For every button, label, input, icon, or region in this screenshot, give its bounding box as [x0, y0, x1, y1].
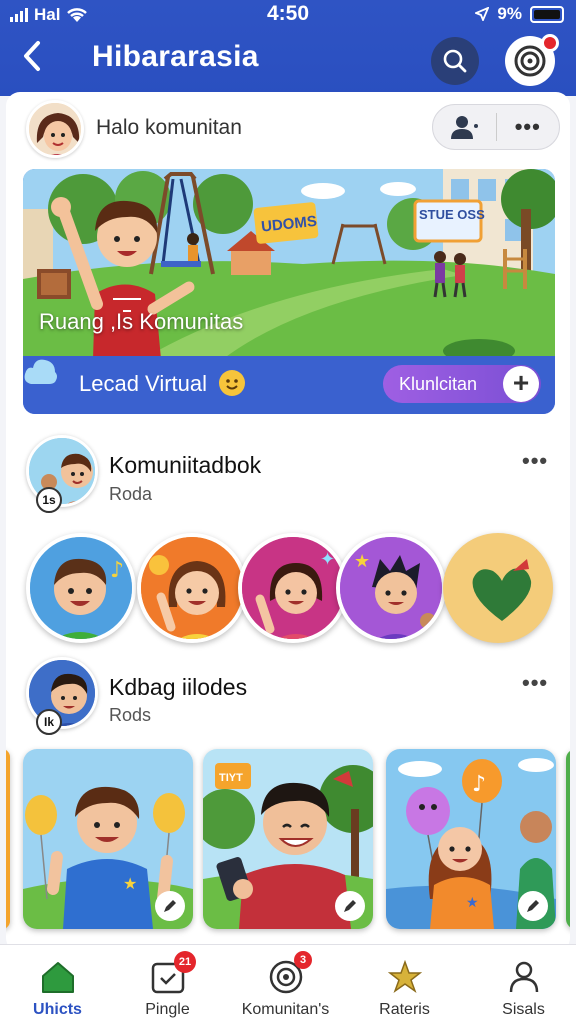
plus-icon: +	[503, 366, 539, 402]
svg-text:♪: ♪	[110, 558, 124, 583]
bottom-navigation: Uhicts 21 Pingle 3 Komunitan's Rateris S…	[0, 944, 576, 1024]
section-subtitle: Rods	[109, 705, 152, 725]
page-title: Hibararasia	[92, 40, 259, 73]
svg-text:TIYT: TIYT	[219, 772, 243, 784]
star-icon	[387, 960, 422, 993]
notification-badge: 21	[174, 951, 196, 973]
media-tile-partial[interactable]	[566, 749, 570, 929]
svg-text:★: ★	[123, 874, 137, 893]
media-tile[interactable]: ♪ ★	[386, 749, 556, 929]
person-icon	[509, 961, 538, 993]
svg-text:♪: ♪	[472, 772, 486, 797]
section-more-button[interactable]: •••	[522, 448, 548, 474]
join-button[interactable]: Klunlcitan +	[383, 365, 541, 403]
nav-label: Pingle	[145, 1001, 190, 1018]
heart-icon	[447, 537, 549, 639]
pencil-icon	[164, 900, 176, 912]
section-title: Komuniitadbok	[109, 452, 262, 478]
heart-sticker[interactable]	[443, 533, 553, 643]
nav-item-sisals[interactable]: Sisals	[466, 957, 576, 1019]
edit-button[interactable]	[518, 891, 548, 921]
status-right: 9%	[475, 4, 564, 24]
sign-right-text: STUE OSS	[419, 207, 485, 222]
battery-percent: 9%	[497, 4, 522, 23]
home-icon	[41, 962, 74, 993]
media-tile[interactable]: ★	[23, 749, 193, 929]
status-bar: Hal 4:50 9%	[0, 0, 576, 28]
location-icon	[475, 7, 490, 21]
greeting-text: Halo komunitan	[96, 116, 242, 139]
svg-text:★: ★	[354, 551, 370, 572]
member-avatar[interactable]: ♪	[26, 533, 136, 643]
top-bar: Hal 4:50 9% Hibararasia	[0, 0, 576, 96]
edit-button[interactable]	[335, 891, 365, 921]
member-avatar[interactable]: ✦	[238, 533, 348, 643]
nav-label: Rateris	[379, 1001, 430, 1018]
member-badge: Ik	[36, 709, 62, 735]
section-more-button[interactable]: •••	[522, 670, 548, 696]
battery-icon	[530, 5, 564, 23]
search-button[interactable]	[431, 37, 479, 85]
nav-item-home[interactable]: Uhicts	[0, 957, 115, 1019]
nav-label: Sisals	[502, 1001, 545, 1018]
notification-dot	[541, 34, 559, 52]
member-badge: 1s	[36, 487, 62, 513]
svg-text:★: ★	[466, 895, 479, 911]
section-title: Kdbag iilodes	[109, 674, 248, 700]
virtual-event-label: Lecad Virtual	[79, 371, 208, 396]
more-options-button[interactable]: •••	[497, 105, 560, 149]
cloud-icon	[24, 359, 58, 384]
community-banner[interactable]: UDOMS STUE OSS Ruang ,Is Komunitas Lecad…	[23, 169, 555, 414]
media-tile[interactable]: TIYT	[203, 749, 373, 929]
media-tile-partial[interactable]	[6, 749, 10, 929]
nav-label: Komunitan's	[241, 1001, 330, 1018]
nav-label: Uhicts	[33, 1001, 82, 1018]
pencil-icon	[344, 900, 356, 912]
add-member-button[interactable]	[433, 105, 496, 149]
search-icon	[443, 49, 467, 73]
content-card: Halo komunitan ••• UDOMS STUE OSS Ruang …	[6, 92, 570, 952]
nav-item-rateris[interactable]: Rateris	[347, 957, 462, 1019]
join-button-label: Klunlcitan	[399, 374, 478, 394]
banner-footer: Lecad Virtual Klunlcitan +	[23, 356, 555, 414]
chevron-left-icon	[24, 41, 40, 71]
back-button[interactable]	[16, 38, 48, 74]
nav-item-pingle[interactable]: 21 Pingle	[110, 951, 225, 1019]
section-subtitle: Roda	[109, 484, 153, 504]
member-avatar[interactable]: ★	[336, 533, 446, 643]
edit-button[interactable]	[155, 891, 185, 921]
smile-emoji-icon	[219, 370, 245, 396]
pencil-icon	[527, 900, 539, 912]
avatar[interactable]	[26, 100, 84, 158]
community-profile-button[interactable]	[505, 34, 559, 86]
notification-badge: 3	[294, 951, 312, 969]
member-avatar[interactable]	[137, 533, 247, 643]
person-icon	[451, 116, 479, 139]
more-icon: •••	[514, 114, 541, 139]
greeting-actions: •••	[432, 104, 560, 150]
svg-text:✦: ✦	[320, 549, 335, 570]
banner-title: Ruang ,Is Komunitas	[39, 309, 244, 334]
nav-item-komunitan[interactable]: 3 Komunitan's	[228, 951, 343, 1019]
